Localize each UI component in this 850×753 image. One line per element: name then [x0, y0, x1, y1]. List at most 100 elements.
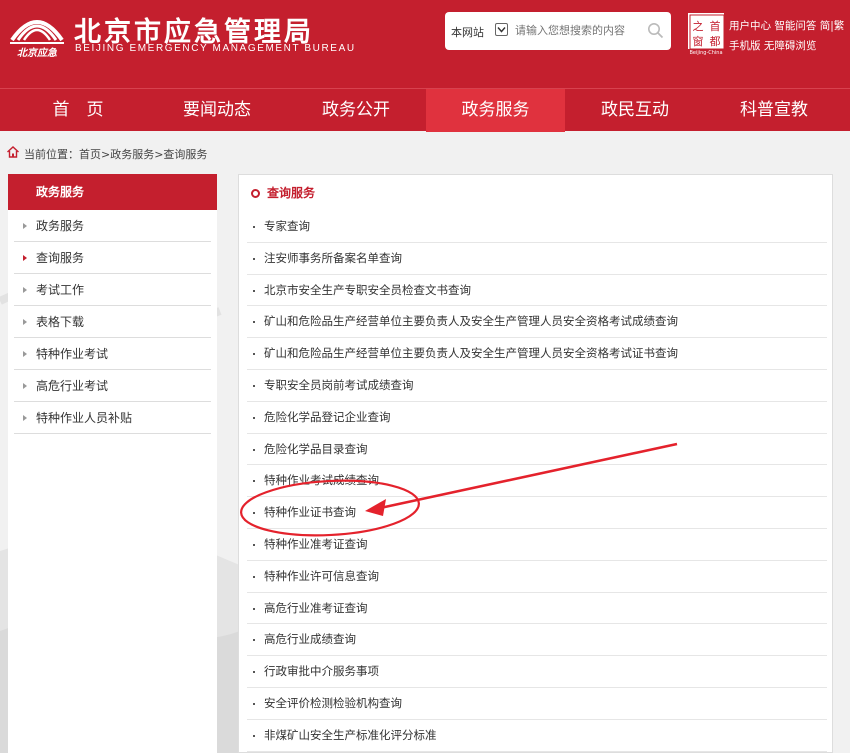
ai-qa-link[interactable]: 智能问答 [774, 20, 816, 32]
query-link-label: 注安师事务所备案名单查询 [264, 250, 402, 265]
query-link-hazchem-catalog[interactable]: 危险化学品目录查询 [247, 434, 827, 466]
sidebar-item-form-download[interactable]: 表格下载 [14, 306, 211, 338]
top-links-row-1: 用户中心 智能问答 简|繁 [729, 16, 844, 36]
search-box: 本网站 [445, 12, 671, 50]
query-link-label: 矿山和危险品生产经营单位主要负责人及安全生产管理人员安全资格考试证书查询 [264, 346, 678, 361]
query-link-non-coal-mine-standards[interactable]: 非煤矿山安全生产标准化评分标准 [247, 720, 827, 752]
home-icon[interactable] [6, 145, 20, 159]
top-links: 用户中心 智能问答 简|繁 手机版 无障碍浏览 [729, 16, 844, 56]
triangle-right-icon [23, 351, 27, 357]
nav-item-home[interactable]: 首 页 [8, 89, 148, 132]
triangle-right-icon [23, 287, 27, 293]
search-scope-label: 本网站 [451, 26, 484, 39]
bullet-icon [253, 448, 255, 451]
sidebar-item-special-exam[interactable]: 特种作业考试 [14, 338, 211, 370]
user-center-link[interactable]: 用户中心 [729, 20, 771, 32]
site-header: 北京应急 北京市应急管理局 BEIJING EMERGENCY MANAGEME… [0, 0, 850, 88]
query-link-special-admission-ticket[interactable]: 特种作业准考证查询 [247, 529, 827, 561]
bullet-icon [253, 353, 255, 356]
seal-char: 首 [710, 19, 721, 33]
nav-item-education[interactable]: 科普宣教 [705, 89, 843, 132]
query-link-high-risk-admission-ticket[interactable]: 高危行业准考证查询 [247, 593, 827, 625]
capital-window-logo[interactable]: 之 首 窗 都 [688, 13, 725, 50]
accessibility-link[interactable]: 无障碍浏览 [764, 40, 817, 52]
query-link-label: 高危行业成绩查询 [264, 632, 356, 647]
panel-title: 查询服务 [251, 184, 315, 201]
query-link-expert[interactable]: 专家查询 [247, 211, 827, 243]
query-link-safety-officer-scores[interactable]: 专职安全员岗前考试成绩查询 [247, 370, 827, 402]
triangle-right-icon [23, 415, 27, 421]
sidebar-item-label: 政务服务 [36, 219, 85, 233]
query-link-high-risk-scores[interactable]: 高危行业成绩查询 [247, 624, 827, 657]
seal-char: 窗 [693, 34, 704, 48]
bullet-icon [253, 702, 255, 705]
simplified-link[interactable]: 简 [820, 20, 831, 32]
bullet-icon [253, 639, 255, 642]
search-input[interactable] [515, 24, 641, 37]
bullet-icon [253, 289, 255, 292]
query-link-label: 专职安全员岗前考试成绩查询 [264, 377, 414, 392]
main-nav: 首 页 要闻动态 政务公开 政务服务 政民互动 科普宣教 [0, 88, 850, 132]
query-services-panel: 查询服务 专家查询 注安师事务所备案名单查询 北京市安全生产专职安全员检查文书查… [238, 174, 833, 753]
sidebar-item-gov-services[interactable]: 政务服务 [14, 210, 211, 242]
query-link-intermediary-services[interactable]: 行政审批中介服务事项 [247, 656, 827, 688]
query-link-label: 特种作业考试成绩查询 [264, 473, 379, 488]
sidebar-item-subsidy[interactable]: 特种作业人员补贴 [14, 402, 211, 434]
query-link-evaluation-agencies[interactable]: 安全评价检测检验机构查询 [247, 688, 827, 720]
query-link-inspection-docs[interactable]: 北京市安全生产专职安全员检查文书查询 [247, 275, 827, 307]
logo-lettering: 北京应急 [17, 47, 57, 59]
top-links-row-2: 手机版 无障碍浏览 [729, 36, 844, 56]
nav-item-news[interactable]: 要闻动态 [148, 89, 286, 132]
traditional-link[interactable]: 繁 [834, 20, 845, 32]
triangle-right-icon [23, 255, 27, 261]
sidebar-item-exam-work[interactable]: 考试工作 [14, 274, 211, 306]
bullet-icon [253, 480, 255, 483]
capital-caption: Beijing-China [689, 50, 723, 56]
search-icon[interactable] [647, 22, 664, 39]
bullet-icon [253, 226, 255, 228]
query-link-special-certificate[interactable]: 特种作业证书查询 [247, 497, 827, 529]
query-link-label: 特种作业证书查询 [264, 505, 356, 520]
query-link-qualification-certificates[interactable]: 矿山和危险品生产经营单位主要负责人及安全生产管理人员安全资格考试证书查询 [247, 338, 827, 370]
bullet-icon [253, 607, 255, 610]
query-link-label: 行政审批中介服务事项 [264, 664, 379, 679]
mobile-link[interactable]: 手机版 [729, 40, 761, 52]
bullet-icon [253, 384, 255, 387]
bullet-icon [253, 257, 255, 260]
query-list: 专家查询 注安师事务所备案名单查询 北京市安全生产专职安全员检查文书查询 矿山和… [247, 211, 827, 752]
query-link-special-exam-scores[interactable]: 特种作业考试成绩查询 [247, 465, 827, 498]
query-link-label: 安全评价检测检验机构查询 [264, 695, 402, 710]
query-link-hazchem-enterprises[interactable]: 危险化学品登记企业查询 [247, 402, 827, 434]
sidebar-item-label: 考试工作 [36, 283, 85, 297]
triangle-right-icon [23, 319, 27, 325]
breadcrumb[interactable]: 当前位置：首页>政务服务>查询服务 [24, 146, 207, 162]
nav-item-open-gov[interactable]: 政务公开 [286, 89, 426, 132]
query-link-label: 矿山和危险品生产经营单位主要负责人及安全生产管理人员安全资格考试成绩查询 [264, 314, 678, 329]
circle-icon [251, 189, 260, 198]
nav-item-gov-services[interactable]: 政务服务 [426, 89, 565, 132]
query-link-label: 特种作业准考证查询 [264, 536, 368, 551]
site-title-en: BEIJING EMERGENCY MANAGEMENT BUREAU [75, 43, 356, 54]
query-link-label: 危险化学品目录查询 [264, 441, 368, 456]
query-link-label: 特种作业许可信息查询 [264, 568, 379, 583]
query-link-special-permit-info[interactable]: 特种作业许可信息查询 [247, 561, 827, 593]
query-link-qualification-scores[interactable]: 矿山和危险品生产经营单位主要负责人及安全生产管理人员安全资格考试成绩查询 [247, 306, 827, 339]
sidebar: 政务服务 查询服务 考试工作 表格下载 特种作业考试 高危行业考试 特种作业人员… [8, 210, 217, 753]
query-link-label: 非煤矿山安全生产标准化评分标准 [264, 727, 437, 742]
query-link-safety-firm-registry[interactable]: 注安师事务所备案名单查询 [247, 243, 827, 275]
nav-item-interaction[interactable]: 政民互动 [565, 89, 705, 132]
sidebar-title: 政务服务 [8, 174, 217, 210]
bullet-icon [253, 543, 255, 546]
bullet-icon [253, 512, 255, 515]
search-scope-dropdown[interactable] [495, 23, 508, 36]
sidebar-item-label: 查询服务 [36, 251, 85, 265]
triangle-right-icon [23, 223, 27, 229]
sidebar-item-query-services[interactable]: 查询服务 [14, 242, 211, 274]
chevron-down-icon [497, 27, 506, 33]
bullet-icon [253, 671, 255, 674]
sidebar-item-high-risk-exam[interactable]: 高危行业考试 [14, 370, 211, 402]
query-link-label: 危险化学品登记企业查询 [264, 409, 391, 424]
seal-char: 之 [693, 19, 704, 33]
bureau-logo-icon[interactable]: 北京应急 [8, 6, 66, 62]
bullet-icon [253, 575, 255, 578]
